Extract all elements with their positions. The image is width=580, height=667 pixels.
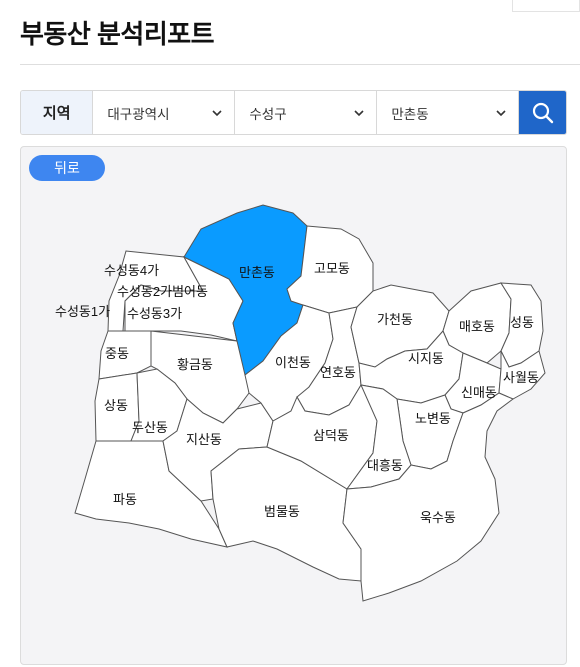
filter-bar: 지역 대구광역시 수성구 만촌동 [20,90,567,135]
top-right-tab [512,0,580,12]
district-select[interactable]: 수성구 [235,91,378,134]
label-suseong1ga: 수성동1가 [55,304,110,319]
chevron-down-icon [354,109,364,116]
divider [20,64,580,65]
search-icon [532,102,553,123]
chevron-down-icon [496,109,506,116]
region-label: 지역 [21,91,94,134]
back-button[interactable]: 뒤로 [29,155,105,181]
city-value: 대구광역시 [107,106,170,122]
district-map: 수성동4가 수성동2가범어동 수성동1가 수성동3가 만촌동 고모동 가천동 매… [55,204,546,602]
page-title: 부동산 분석리포트 [20,19,215,49]
search-button[interactable] [519,91,566,134]
chevron-down-icon [212,109,222,116]
region-sang[interactable] [94,372,140,442]
dong-value: 만촌동 [391,106,429,122]
city-select[interactable]: 대구광역시 [93,91,236,134]
map-panel: 수성동4가 수성동2가범어동 수성동1가 수성동3가 만촌동 고모동 가천동 매… [20,146,567,665]
dong-select[interactable]: 만촌동 [377,91,520,134]
district-value: 수성구 [249,106,287,122]
